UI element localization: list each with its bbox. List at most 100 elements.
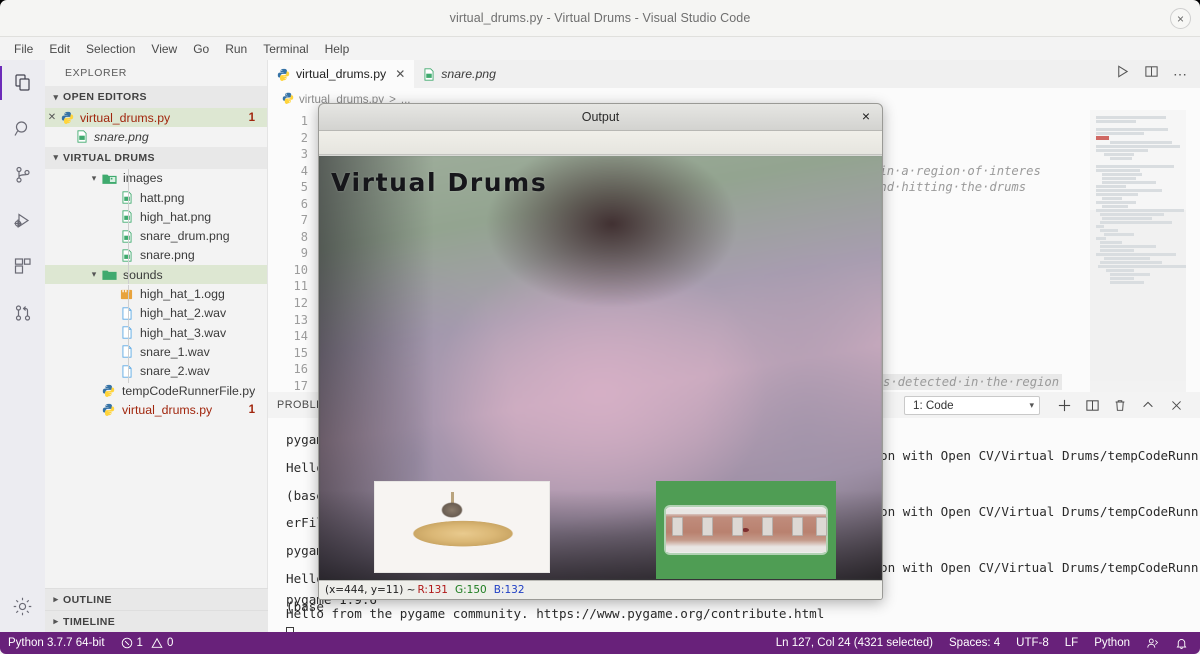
tree-file-hatt-png[interactable]: hatt.png: [45, 188, 267, 207]
tree-guide-line: [128, 168, 129, 284]
menu-item-terminal[interactable]: Terminal: [255, 40, 316, 58]
menu-item-run[interactable]: Run: [217, 40, 255, 58]
output-window-title-bar[interactable]: Output ×: [319, 104, 882, 131]
menu-item-view[interactable]: View: [143, 40, 185, 58]
open-editor-snare-png[interactable]: snare.png: [45, 127, 267, 146]
output-window-title: Output: [581, 110, 620, 124]
kill-terminal-icon[interactable]: [1106, 394, 1134, 416]
run-debug-icon: [13, 213, 29, 228]
menu-item-help[interactable]: Help: [317, 40, 358, 58]
run-icon[interactable]: [1115, 64, 1130, 84]
search-icon: [13, 121, 27, 136]
image-icon: [423, 67, 435, 81]
close-icon[interactable]: ✕: [395, 67, 405, 81]
image-icon: [118, 191, 135, 204]
line-number: 3: [300, 147, 308, 162]
tree-file-snare-drum-png[interactable]: snare_drum.png: [45, 226, 267, 245]
file-icon: [118, 365, 135, 378]
activity-source-control-button[interactable]: [0, 152, 45, 198]
status-notifications[interactable]: [1167, 637, 1200, 650]
line-number: 13: [293, 312, 308, 327]
tab-virtual-drums-py[interactable]: virtual_drums.py ✕: [268, 60, 415, 88]
editor-scrollbar[interactable]: [1186, 110, 1200, 392]
tab-label: virtual_drums.py: [296, 67, 387, 81]
activity-settings-button[interactable]: [0, 584, 45, 628]
status-python-version[interactable]: Python 3.7.7 64-bit: [0, 637, 113, 649]
chevron-down-icon: ▾: [91, 269, 97, 280]
source-control-icon: [15, 166, 30, 183]
activity-search-button[interactable]: [0, 106, 45, 152]
status-cursor-position[interactable]: Ln 127, Col 24 (4321 selected): [768, 637, 941, 649]
python-icon: [59, 111, 76, 125]
menu-item-go[interactable]: Go: [185, 40, 217, 58]
window-title: virtual_drums.py - Virtual Drums - Visua…: [449, 11, 751, 25]
tab-snare-png[interactable]: snare.png: [414, 60, 505, 88]
project-label: VIRTUAL DRUMS: [63, 151, 155, 164]
output-window[interactable]: Output × Virtual Drums (x=444, y=11) ~ R…: [318, 103, 883, 600]
line-number: 11: [293, 279, 308, 294]
image-icon: [118, 210, 135, 223]
maximize-panel-icon[interactable]: [1134, 394, 1162, 416]
status-encoding[interactable]: UTF-8: [1008, 637, 1057, 649]
section-outline[interactable]: ▸ OUTLINE: [45, 588, 268, 610]
editor-minimap[interactable]: [1090, 110, 1186, 392]
webcam-video-feed: Virtual Drums: [319, 156, 882, 580]
tree-file-virtual-drums-py[interactable]: virtual_drums.py 1: [45, 400, 267, 419]
section-virtual-drums[interactable]: ▾ VIRTUAL DRUMS: [45, 146, 267, 169]
menu-item-selection[interactable]: Selection: [78, 40, 143, 58]
tree-file-high-hat-2-wav[interactable]: high_hat_2.wav: [45, 304, 267, 323]
window-close-button[interactable]: ×: [1170, 8, 1191, 29]
open-editor-virtual-drums[interactable]: ✕ virtual_drums.py 1: [45, 108, 267, 128]
activity-extensions-button[interactable]: [0, 244, 45, 290]
tree-file-snare-png[interactable]: snare.png: [45, 246, 267, 265]
video-overlay-title: Virtual Drums: [331, 168, 548, 197]
cymbal-bell: [441, 502, 463, 518]
file-glyph: [121, 307, 132, 320]
status-language-mode[interactable]: Python: [1086, 637, 1138, 649]
hi-hat-roi-overlay: [374, 481, 550, 573]
terminal-selector[interactable]: 1: Code ▾: [904, 395, 1040, 415]
close-icon[interactable]: ✕: [45, 112, 59, 123]
python-icon: [100, 403, 117, 417]
menu-item-file[interactable]: File: [6, 40, 41, 58]
tree-file-high-hat-1-ogg[interactable]: high_hat_1.ogg: [45, 284, 267, 303]
tree-file-snare-1-wav[interactable]: snare_1.wav: [45, 342, 267, 361]
python-glyph: [61, 111, 74, 125]
file-icon: [118, 345, 135, 359]
line-number: 14: [293, 329, 308, 344]
tree-file-temp-code-runner[interactable]: tempCodeRunnerFile.py: [45, 381, 267, 400]
sidebar-bottom-sections: ▸ OUTLINE ▸ TIMELINE: [45, 588, 268, 632]
tree-item-label: high_hat_2.wav: [140, 306, 227, 321]
more-actions-icon[interactable]: ⋯: [1173, 66, 1188, 83]
tree-folder-images[interactable]: ▾ images: [45, 169, 267, 188]
gear-icon: [13, 597, 32, 615]
tree-file-high-hat-png[interactable]: high_hat.png: [45, 207, 267, 226]
pixel-green-value: G:150: [455, 584, 487, 596]
menu-item-edit[interactable]: Edit: [41, 40, 78, 58]
tree-folder-sounds[interactable]: ▾ sounds: [45, 265, 267, 285]
split-terminal-icon[interactable]: [1078, 394, 1106, 416]
tab-label: snare.png: [441, 67, 496, 81]
activity-run-debug-button[interactable]: [0, 198, 45, 244]
output-window-close-button[interactable]: ×: [862, 109, 870, 123]
status-eol[interactable]: LF: [1057, 637, 1086, 649]
tree-item-label: snare_drum.png: [140, 229, 230, 244]
split-editor-icon[interactable]: [1144, 64, 1159, 84]
output-window-toolbar: [319, 131, 882, 155]
activity-pull-request-button[interactable]: [0, 290, 45, 336]
section-open-editors[interactable]: ▾ OPEN EDITORS: [45, 86, 267, 108]
snare-rim-bottom: [666, 547, 826, 552]
tree-file-snare-2-wav[interactable]: snare_2.wav: [45, 362, 267, 381]
close-panel-icon[interactable]: [1162, 394, 1190, 416]
status-indentation[interactable]: Spaces: 4: [941, 637, 1008, 649]
title-bar: virtual_drums.py - Virtual Drums - Visua…: [0, 0, 1200, 37]
new-terminal-icon[interactable]: [1050, 394, 1078, 416]
section-timeline[interactable]: ▸ TIMELINE: [45, 610, 268, 632]
activity-explorer-button[interactable]: [0, 60, 45, 106]
status-live-share[interactable]: [1138, 637, 1167, 650]
status-problems[interactable]: 1 0: [113, 637, 182, 649]
line-number: 17: [293, 378, 308, 392]
image-icon: [118, 229, 135, 243]
tree-file-high-hat-3-wav[interactable]: high_hat_3.wav: [45, 323, 267, 342]
pull-request-icon: [15, 305, 30, 321]
